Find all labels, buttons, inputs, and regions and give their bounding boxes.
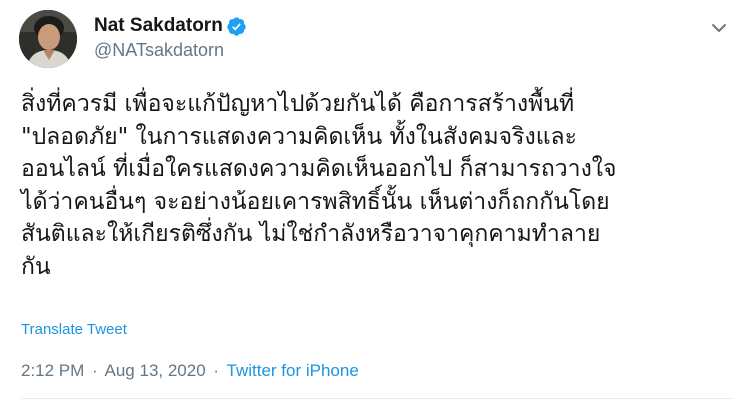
tweet-header: Nat Sakdatorn @NATsakdatorn [19, 10, 731, 70]
tweet-text-line: สิ่งที่ควรมี เพื่อจะแก้ปัญหาไปด้วยกันได้… [21, 91, 575, 117]
tweet-source-link[interactable]: Twitter for iPhone [227, 361, 359, 380]
meta-separator: · [92, 361, 98, 380]
tweet-text-line: ได้ว่าคนอื่นๆ จะอย่างน้อยเคารพสิทธิ์นั้น… [21, 188, 610, 215]
verified-badge-icon [227, 16, 246, 36]
user-handle[interactable]: @NATsakdatorn [94, 40, 247, 61]
tweet-text-line: สันติและให้เกียรติซึ่งกัน ไม่ใช่กำลังหรื… [21, 221, 601, 247]
chevron-down-icon[interactable] [707, 16, 731, 40]
avatar-photo [19, 10, 77, 68]
tweet-text-line: ออนไลน์ ที่เมื่อใครแสดงความคิดเห็นออกไป … [21, 156, 617, 182]
translate-tweet-link[interactable]: Translate Tweet [21, 321, 127, 338]
tweet-time[interactable]: 2:12 PM [21, 361, 84, 380]
user-names: Nat Sakdatorn @NATsakdatorn [94, 15, 247, 61]
divider [21, 398, 733, 399]
tweet-text-line: "ปลอดภัย" ในการแสดงความคิดเห็น ทั้งในสัง… [21, 123, 577, 150]
tweet-date[interactable]: Aug 13, 2020 [105, 361, 206, 380]
tweet-text-line: กัน [21, 253, 51, 280]
meta-separator: · [213, 361, 220, 380]
avatar[interactable] [19, 10, 77, 68]
tweet-card: Nat Sakdatorn @NATsakdatorn สิ่งที่ควรมี… [0, 0, 750, 409]
tweet-text: สิ่งที่ควรมี เพื่อจะแก้ปัญหาไปด้วยกันได้… [21, 88, 733, 283]
display-name[interactable]: Nat Sakdatorn [94, 15, 223, 37]
tweet-meta: 2:12 PM · Aug 13, 2020 · Twitter for iPh… [21, 361, 359, 381]
